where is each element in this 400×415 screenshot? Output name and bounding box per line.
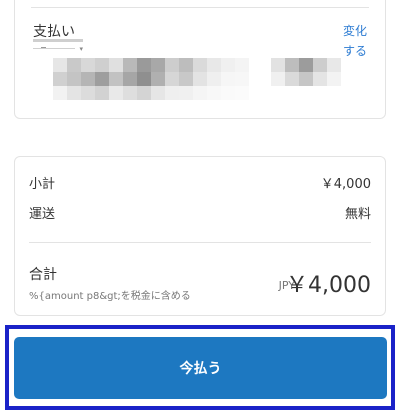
redaction-block (109, 86, 123, 100)
redaction-block (123, 58, 137, 72)
redaction-block (123, 72, 137, 86)
pay-now-button[interactable]: 今払う (14, 337, 387, 399)
redaction-block (179, 72, 193, 86)
subtotal-value: ￥4,000 (320, 177, 371, 192)
chevron-down-icon: ▾ (79, 45, 83, 53)
redaction-block (193, 86, 207, 100)
redaction-block (221, 58, 235, 72)
redaction-block (123, 86, 137, 100)
redaction-block (221, 86, 235, 100)
divider (29, 242, 371, 243)
redaction-block (109, 72, 123, 86)
placeholder-dash (41, 47, 46, 48)
redaction-block (327, 58, 341, 72)
subtotal-label: 小計 (29, 177, 56, 192)
redaction-block (207, 72, 221, 86)
tax-note: %{amount p8&gt;を税金に含める (29, 291, 191, 302)
redaction-block (151, 72, 165, 86)
payment-method-field: ▾ (33, 45, 83, 53)
redaction-block (271, 58, 285, 72)
redaction-block (151, 86, 165, 100)
redaction-block (179, 58, 193, 72)
redaction-block (235, 86, 249, 100)
order-summary-card: 小計 ￥4,000 運送 無料 合計 %{amount p8&gt;を税金に含め… (14, 156, 386, 316)
redaction-block (299, 72, 313, 86)
redaction-block (207, 86, 221, 100)
redaction-block (193, 72, 207, 86)
total-label: 合計 (29, 267, 57, 283)
redaction-block (67, 86, 81, 100)
shipping-row: 運送 無料 (29, 203, 371, 222)
shipping-label: 運送 (29, 207, 56, 222)
redaction-block (193, 58, 207, 72)
change-payment-link[interactable]: 変化する (337, 21, 367, 61)
redacted-card-details-2 (271, 58, 341, 86)
redaction-block (53, 72, 67, 86)
redaction-block (137, 72, 151, 86)
redaction-block (53, 58, 67, 72)
redaction-block (285, 72, 299, 86)
redaction-block (271, 72, 285, 86)
subtotal-row: 小計 ￥4,000 (29, 173, 371, 192)
redaction-block (81, 58, 95, 72)
redaction-block (165, 86, 179, 100)
redaction-block (137, 86, 151, 100)
redaction-block (81, 86, 95, 100)
redaction-block (285, 58, 299, 72)
redaction-block (53, 86, 67, 100)
total-value: ￥4,000 (286, 273, 371, 298)
redaction-block (95, 58, 109, 72)
shipping-value: 無料 (344, 207, 371, 222)
redaction-block (109, 58, 123, 72)
redaction-block (299, 58, 313, 72)
redaction-block (235, 58, 249, 72)
redaction-block (207, 58, 221, 72)
redaction-block (151, 58, 165, 72)
redaction-block (179, 86, 193, 100)
payment-method-header (33, 39, 83, 42)
divider (31, 7, 369, 8)
payment-heading: 支払い (33, 24, 75, 40)
redaction-block (95, 72, 109, 86)
redaction-block (165, 72, 179, 86)
pay-now-label: 今払う (179, 361, 222, 377)
redaction-block (313, 58, 327, 72)
redaction-block (81, 72, 95, 86)
redaction-block (67, 58, 81, 72)
redaction-block (137, 58, 151, 72)
redaction-block (327, 72, 341, 86)
redaction-block (221, 72, 235, 86)
redacted-card-details (53, 58, 249, 100)
redaction-block (165, 58, 179, 72)
payment-card: 支払い 変化する ▾ (14, 0, 386, 119)
redaction-block (235, 72, 249, 86)
payment-method-select[interactable]: ▾ (33, 39, 83, 55)
redaction-block (67, 72, 81, 86)
redaction-block (313, 72, 327, 86)
redaction-block (95, 86, 109, 100)
